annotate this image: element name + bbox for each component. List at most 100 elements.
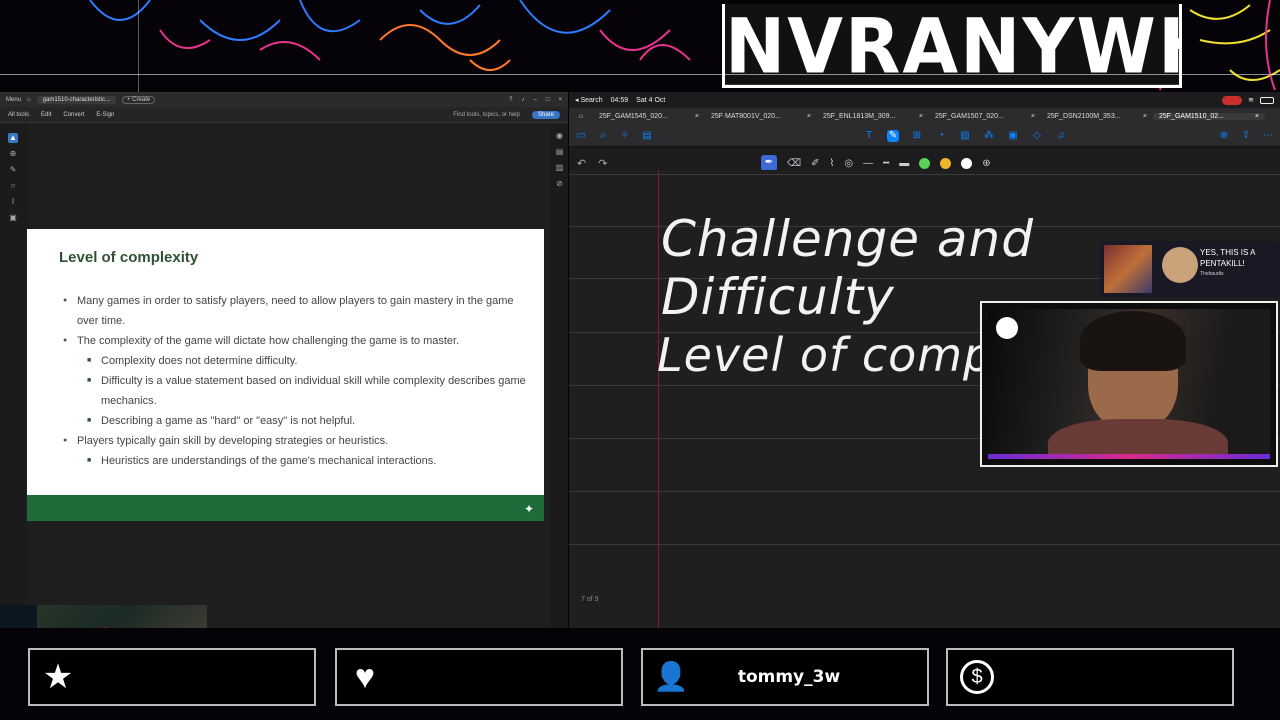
create-button[interactable]: + Create [122, 96, 156, 104]
color-swatch[interactable] [940, 157, 952, 169]
search-icon[interactable]: ⌕ [597, 130, 609, 142]
slide-bullet: Complexity does not determine difficulty… [61, 351, 531, 371]
bookmark-icon[interactable]: ▥ [555, 163, 565, 173]
acrobat-window: Menu ⌂ gam1510-characteristic... + Creat… [0, 92, 568, 628]
outline-icon[interactable]: ▤ [641, 130, 653, 142]
thickness-thick-option[interactable]: ▬ [899, 158, 909, 169]
tag-icon[interactable]: ◇ [1031, 130, 1043, 142]
ai-sparkle-icon[interactable]: ✧ [619, 130, 631, 142]
lasso-icon[interactable]: ⌇ [830, 158, 835, 169]
slide-title: Level of complexity [59, 249, 199, 266]
minimize-icon[interactable]: – [534, 97, 537, 103]
star-icon: ★ [42, 658, 74, 696]
home-icon[interactable]: ⌂ [569, 113, 593, 120]
left-toolbar: ▲ ⊕ ✎ ○ I ▣ [0, 125, 26, 628]
attachment-icon[interactable]: ⊘ [555, 179, 565, 189]
tab-label: 25F_DSN2100M_353... [1047, 113, 1121, 120]
alert-reaction-face [1162, 247, 1198, 283]
battery-icon [1260, 96, 1274, 104]
document-tab[interactable]: 25F MAT8001V_020... × [705, 113, 817, 120]
close-tab-icon[interactable]: × [1255, 113, 1259, 120]
help-icon[interactable]: ? [509, 97, 512, 103]
tool-selector: T ✎ ⊞ ◔ ▨ ⁂ ▣ ◇ ♫ [863, 129, 1067, 142]
sidebar-icon[interactable]: ▭ [575, 130, 587, 142]
alert-game-thumbnail [1104, 245, 1152, 293]
undo-icon[interactable]: ↶ [577, 157, 586, 170]
right-toolbar: ◉ ▤ ▥ ⊘ [551, 125, 568, 628]
share-icon[interactable]: ⇪ [1240, 130, 1252, 142]
image-tool-icon[interactable]: ▨ [959, 130, 971, 142]
close-tab-icon[interactable]: × [695, 113, 699, 120]
undo-redo: ↶ ↷ [577, 157, 607, 170]
document-tab[interactable]: 25F_GAM1545_020... × [593, 113, 705, 120]
bell-icon[interactable]: ♪ [522, 97, 525, 103]
ruled-line [569, 491, 1280, 492]
ruled-line [569, 544, 1280, 545]
stamp-icon[interactable]: ▣ [8, 213, 18, 223]
color-swatch[interactable] [961, 157, 973, 169]
acrobat-titlebar: Menu ⌂ gam1510-characteristic... + Creat… [0, 93, 568, 107]
close-tab-icon[interactable]: × [1143, 113, 1147, 120]
frame-tool-icon[interactable]: ⊞ [911, 130, 923, 142]
alert-source: Thebaudts [1200, 271, 1224, 277]
add-user-icon: 👤 [653, 661, 689, 692]
pen-tool-icon[interactable]: ✎ [887, 129, 899, 142]
document-tab[interactable]: 25F_GAM1507_020... × [929, 113, 1041, 120]
document-tab[interactable]: gam1510-characteristic... [36, 96, 117, 104]
slide-bullet: Heuristics are understandings of the gam… [61, 451, 531, 471]
add-color-icon[interactable]: ⊕ [982, 158, 990, 169]
slide-bullets: Many games in order to satisfy players, … [61, 291, 531, 471]
menu-convert[interactable]: Convert [63, 112, 84, 118]
maximize-icon[interactable]: □ [546, 97, 550, 103]
menu-all-tools[interactable]: All tools [8, 112, 29, 118]
redo-icon[interactable]: ↷ [598, 157, 607, 170]
pdf-slide: Level of complexity Many games in order … [27, 229, 544, 521]
back-to-search-link[interactable]: ◂ Search [575, 96, 603, 104]
close-tab-icon[interactable]: × [807, 113, 811, 120]
comment-icon[interactable]: ◉ [555, 131, 565, 141]
wifi-icon: ≋ [1248, 97, 1254, 104]
share-button[interactable]: Share [531, 110, 560, 119]
highlighter-icon[interactable]: ✐ [811, 158, 819, 169]
thickness-thin-option[interactable]: — [863, 158, 873, 169]
tab-label: 25F_GAM1510_02... [1159, 113, 1224, 120]
zoom-icon[interactable]: ⊕ [8, 149, 18, 159]
pencil-icon[interactable]: ✎ [8, 165, 18, 175]
close-tab-icon[interactable]: × [1031, 113, 1035, 120]
microphone-icon[interactable]: ♫ [1055, 130, 1067, 142]
document-tab[interactable]: 25F_ENL1813M_309... × [817, 113, 929, 120]
menu-edit[interactable]: Edit [41, 112, 51, 118]
eraser-icon[interactable]: ⌫ [787, 158, 801, 169]
page-margin-line [658, 170, 659, 628]
document-tab[interactable]: 25F_DSN2100M_353... × [1041, 113, 1153, 120]
status-time: 04:59 [610, 96, 629, 104]
screen: NVRANYWHR Menu ⌂ gam1510-characteristic.… [0, 0, 1280, 720]
webcam-feed [988, 309, 1270, 459]
find-tools-search[interactable]: Find tools, topics, or help [453, 112, 520, 118]
color-swatch[interactable] [919, 157, 931, 169]
slide-footer-bar: ✦ [27, 495, 544, 521]
select-cursor-icon[interactable]: ▲ [8, 133, 18, 143]
streamer-hair [1080, 311, 1186, 371]
more-options-icon[interactable]: ⋯ [1262, 130, 1274, 142]
sticky-note-icon[interactable]: ▣ [1007, 130, 1019, 142]
text-select-icon[interactable]: I [8, 197, 18, 207]
webcam-glow-strip [988, 454, 1270, 459]
menu-esign[interactable]: E-Sign [96, 112, 114, 118]
home-icon[interactable]: ⌂ [27, 97, 31, 103]
close-icon[interactable]: × [558, 97, 562, 103]
shape-recognition-icon[interactable]: ◎ [844, 158, 853, 169]
new-page-icon[interactable]: ⊕ [1218, 130, 1230, 142]
close-tab-icon[interactable]: × [919, 113, 923, 120]
thickness-medium-option[interactable]: ━ [883, 158, 889, 169]
elements-tool-icon[interactable]: ⁂ [983, 130, 995, 142]
text-tool-icon[interactable]: T [863, 130, 875, 142]
shapes-tool-icon[interactable]: ◔ [935, 130, 947, 142]
recording-indicator-icon [1222, 95, 1243, 105]
lasso-icon[interactable]: ○ [8, 181, 18, 191]
fountain-pen-icon[interactable]: ✒ [761, 155, 777, 171]
streamer-body [1048, 419, 1228, 459]
menu-button[interactable]: Menu [6, 97, 21, 103]
document-tab[interactable]: 25F_GAM1510_02... × [1153, 113, 1265, 120]
page-thumbnails-icon[interactable]: ▤ [555, 147, 565, 157]
